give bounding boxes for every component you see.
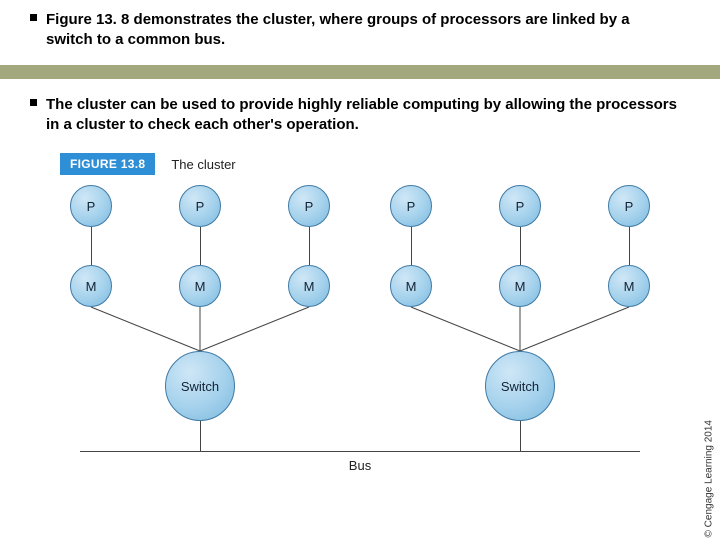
copyright-text: © Cengage Learning 2014 — [703, 420, 714, 537]
figure-header: FIGURE 13.8 The cluster — [60, 153, 660, 175]
processor-node: P — [499, 185, 541, 227]
keyword-cluster: cluster — [263, 11, 311, 28]
p-m-links — [70, 227, 330, 265]
memory-row: M M M — [70, 265, 330, 307]
memory-node: M — [288, 265, 330, 307]
memory-row: M M M — [390, 265, 650, 307]
figure-13-8: FIGURE 13.8 The cluster P P P M M M — [0, 145, 720, 473]
cluster-left: P P P M M M Switch — [70, 185, 330, 451]
bus-area: Bus — [60, 451, 660, 473]
switch-node: Switch — [165, 351, 235, 421]
p-m-links — [390, 227, 650, 265]
bus-line — [80, 451, 640, 452]
link-line — [179, 227, 221, 265]
switch-bus-link — [200, 421, 201, 451]
switch-bus-link — [520, 421, 521, 451]
bus-label: Bus — [70, 458, 650, 473]
processor-row: P P P — [70, 185, 330, 227]
bullet-square-icon — [30, 14, 37, 21]
processor-node: P — [70, 185, 112, 227]
processor-row: P P P — [390, 185, 650, 227]
link-line — [390, 227, 432, 265]
text-fragment: Figure 13. 8 demonstrates the — [46, 11, 263, 28]
switch-node: Switch — [485, 351, 555, 421]
memory-node: M — [499, 265, 541, 307]
processor-node: P — [179, 185, 221, 227]
memory-node: M — [608, 265, 650, 307]
memory-node: M — [70, 265, 112, 307]
memory-node: M — [390, 265, 432, 307]
bullet-2: The cluster can be used to provide highl… — [0, 85, 720, 146]
figure-title: The cluster — [171, 157, 235, 172]
processor-node: P — [288, 185, 330, 227]
processor-node: P — [390, 185, 432, 227]
bullet-square-icon — [30, 99, 37, 106]
text-fragment: , where — [311, 11, 367, 28]
m-switch-links — [390, 307, 650, 351]
section-divider — [0, 65, 720, 79]
bullet-1-text: Figure 13. 8 demonstrates the cluster, w… — [46, 10, 680, 51]
m-switch-links — [70, 307, 330, 351]
figure-tag: FIGURE 13.8 — [60, 153, 155, 175]
text-fragment: The cluster can be used to — [46, 96, 239, 113]
link-line — [499, 227, 541, 265]
bullet-1: Figure 13. 8 demonstrates the cluster, w… — [0, 0, 720, 61]
link-line — [608, 227, 650, 265]
bullet-2-text: The cluster can be used to provide highl… — [46, 95, 680, 136]
link-line — [288, 227, 330, 265]
processor-node: P — [608, 185, 650, 227]
link-line — [70, 227, 112, 265]
memory-node: M — [179, 265, 221, 307]
clusters-row: P P P M M M Switch — [60, 185, 660, 451]
cluster-right: P P P M M M Switch — [390, 185, 650, 451]
